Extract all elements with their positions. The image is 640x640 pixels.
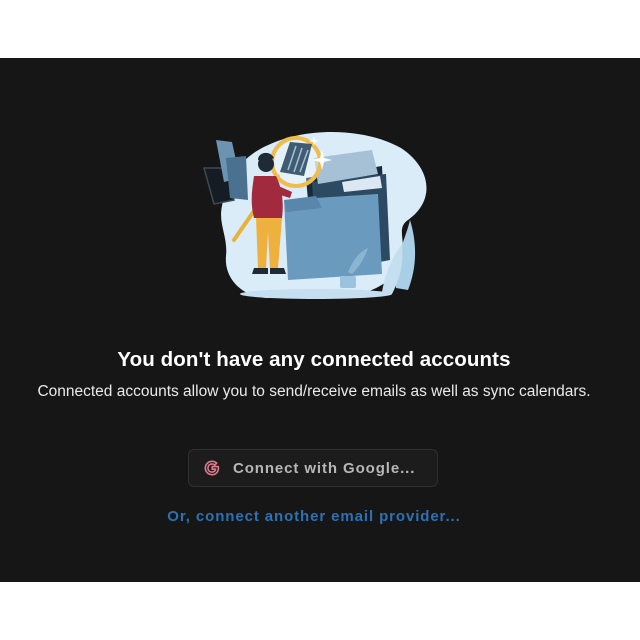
- empty-state-title: You don't have any connected accounts: [117, 348, 511, 371]
- connect-google-button[interactable]: Connect with Google...: [188, 449, 438, 487]
- accounts-panel: You don't have any connected accounts Co…: [0, 58, 640, 582]
- empty-state-subtitle: Connected accounts allow you to send/rec…: [37, 383, 591, 400]
- google-g-icon: [202, 458, 222, 478]
- connect-google-label: Connect with Google...: [233, 459, 416, 477]
- empty-state-illustration: [196, 128, 432, 304]
- connect-other-provider-link[interactable]: Or, connect another email provider...: [0, 508, 628, 525]
